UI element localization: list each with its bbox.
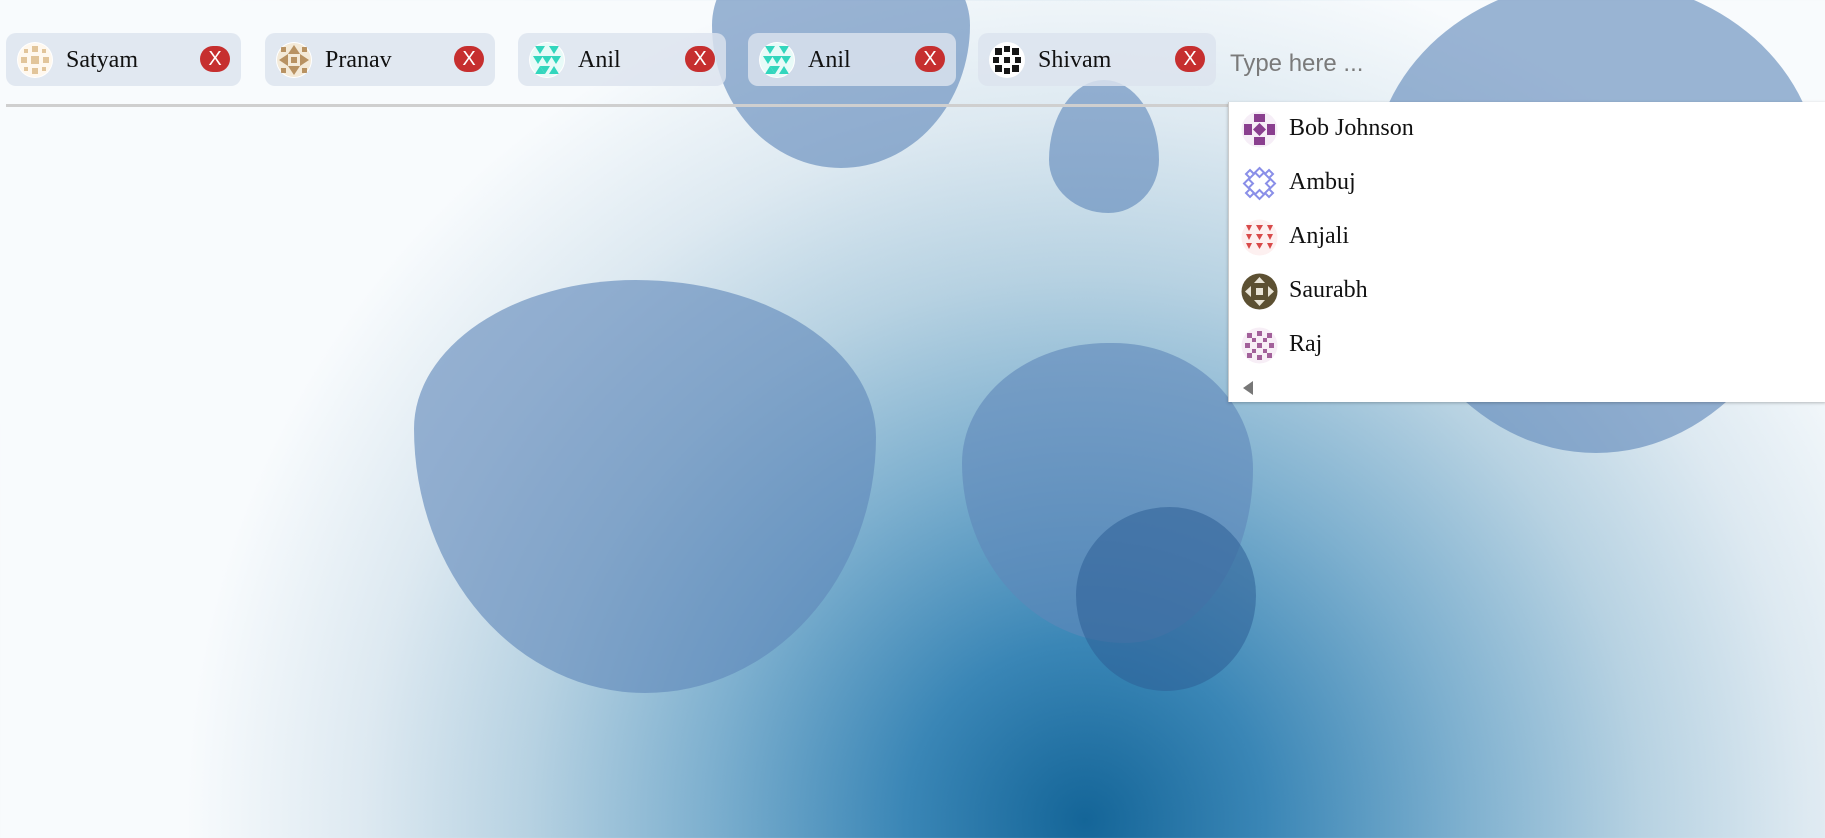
avatar <box>1241 165 1278 202</box>
chip-pranav[interactable]: Pranav X <box>265 33 495 86</box>
option-label: Anjali <box>1289 223 1349 249</box>
option-label: Raj <box>1289 331 1323 357</box>
option-ambuj[interactable]: Ambuj <box>1229 156 1825 210</box>
remove-chip-button[interactable]: X <box>454 46 484 72</box>
chip-label: Satyam <box>66 47 138 73</box>
chip-anil[interactable]: Anil X <box>518 33 726 86</box>
option-label: Bob Johnson <box>1289 115 1414 141</box>
chip-anil-2[interactable]: Anil X <box>748 33 956 86</box>
remove-chip-button[interactable]: X <box>915 46 945 72</box>
avatar <box>1241 273 1278 310</box>
remove-chip-button[interactable]: X <box>200 46 230 72</box>
avatar <box>989 42 1025 78</box>
avatar <box>276 42 312 78</box>
avatar <box>1241 111 1278 148</box>
option-bob-johnson[interactable]: Bob Johnson <box>1229 102 1825 156</box>
avatar <box>1241 327 1278 364</box>
chip-label: Anil <box>808 47 851 73</box>
chip-shivam[interactable]: Shivam X <box>978 33 1216 86</box>
search-input[interactable] <box>1228 40 1662 88</box>
background-blob <box>1076 507 1256 691</box>
chip-label: Anil <box>578 47 621 73</box>
avatar <box>1241 219 1278 256</box>
option-anjali[interactable]: Anjali <box>1229 210 1825 264</box>
remove-chip-button[interactable]: X <box>1175 46 1205 72</box>
chip-label: Shivam <box>1038 47 1112 73</box>
chip-label: Pranav <box>325 47 392 73</box>
option-label: Saurabh <box>1289 277 1368 303</box>
option-raj[interactable]: Raj <box>1229 318 1825 372</box>
chip-satyam[interactable]: Satyam X <box>6 33 241 86</box>
avatar <box>17 42 53 78</box>
background-blob <box>414 280 876 693</box>
suggestion-dropdown: Bob Johnson Ambuj Anjali Saurabh Raj <box>1228 102 1825 402</box>
option-saurabh[interactable]: Saurabh <box>1229 264 1825 318</box>
avatar <box>529 42 565 78</box>
avatar <box>759 42 795 78</box>
remove-chip-button[interactable]: X <box>685 46 715 72</box>
scroll-left-arrow-icon[interactable] <box>1243 381 1253 395</box>
option-label: Ambuj <box>1289 169 1356 195</box>
